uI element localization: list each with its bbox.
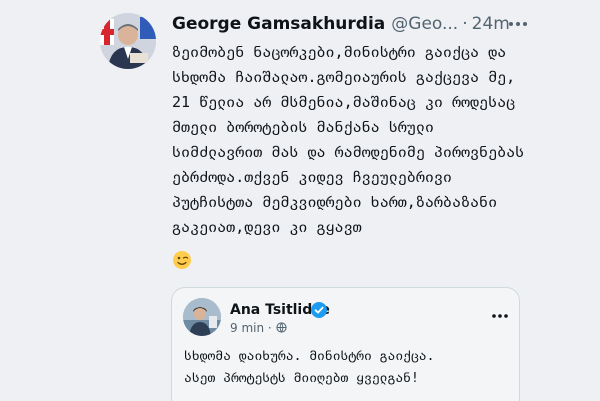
tweet: George Gamsakhurdia @Geo... · 24m ზეიმობ… (0, 0, 600, 401)
globe-icon (275, 322, 287, 333)
author-handle[interactable]: @Geo... (391, 14, 458, 34)
author-name[interactable]: George Gamsakhurdia (172, 14, 385, 34)
quoted-timestamp[interactable]: 9 min · (230, 321, 287, 335)
more-options-icon[interactable] (506, 14, 530, 34)
quoted-text-line-1: სხდომა დაიხურა. მინისტრი გაიქცა. (184, 349, 435, 364)
tweet-timestamp[interactable]: 24m (472, 14, 510, 34)
quoted-more-options-icon[interactable] (490, 308, 510, 324)
quoted-avatar-photo (183, 298, 221, 336)
quoted-separator-dot: · (267, 321, 272, 335)
quoted-text-line-2: ასეთ პროტესტს მიიღებთ ყველგან! (184, 371, 419, 386)
quoted-author-avatar[interactable] (183, 298, 221, 336)
separator-dot: · (462, 14, 468, 34)
author-avatar[interactable] (100, 13, 156, 69)
tweet-header: George Gamsakhurdia @Geo... · 24m (172, 13, 510, 35)
avatar-photo (100, 13, 156, 69)
tweet-text: ზეიმობენ ნაცორკები,მინისტრი გაიქცა და სხ… (172, 43, 525, 236)
verified-badge-icon (311, 302, 327, 318)
winking-face-emoji-icon (173, 251, 191, 269)
quoted-time-value: 9 min (230, 321, 265, 335)
quoted-tweet[interactable]: Ana Tsitlidze 9 min · სხდომა დაიხურა. მი… (171, 287, 520, 401)
quoted-tweet-text: სხდომა დაიხურა. მინისტრი გაიქცა. ასეთ პრ… (184, 346, 509, 390)
